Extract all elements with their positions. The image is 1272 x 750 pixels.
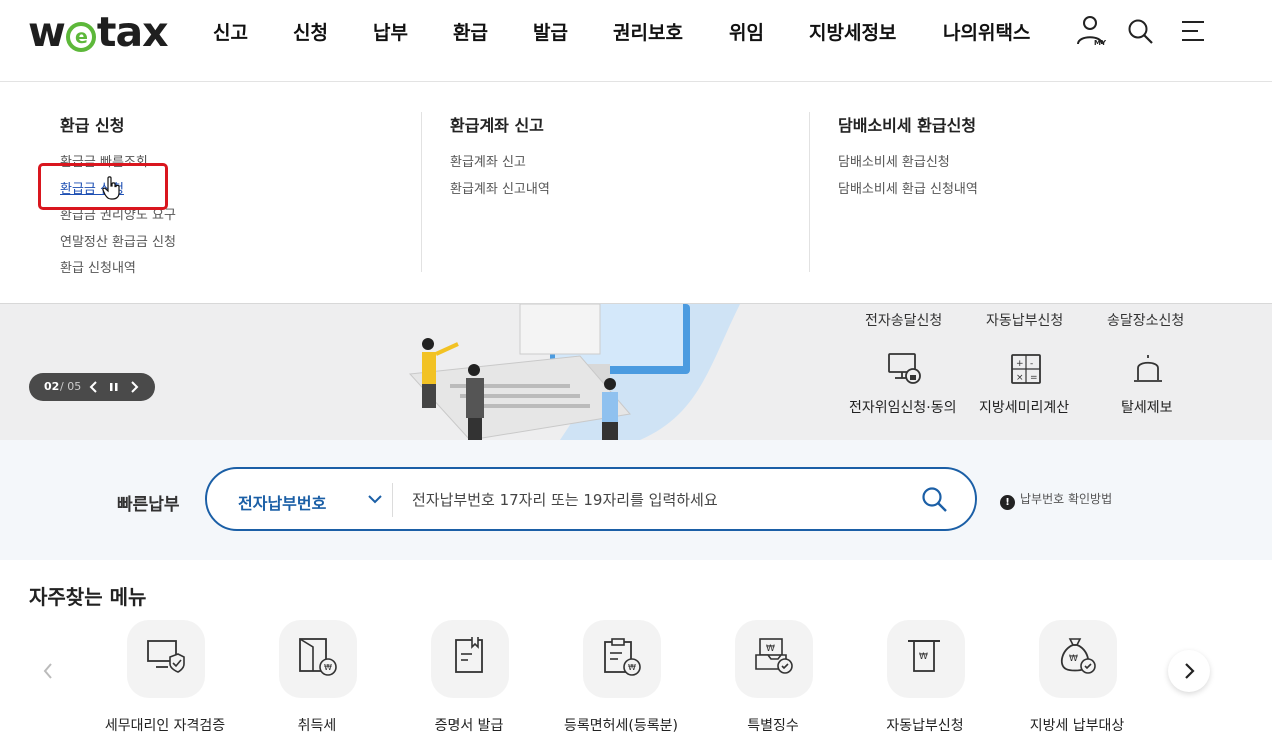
alert-icon: ! (1000, 495, 1015, 510)
frequent-item-label: 특별징수 (747, 718, 799, 734)
money-bag-check-icon: ₩ (1060, 638, 1096, 674)
payment-number-input[interactable] (412, 485, 892, 515)
atm-won-icon: ₩ (908, 640, 940, 672)
link-local-tax-precalc[interactable]: 지방세미리계산 (979, 397, 1069, 417)
svg-text:₩: ₩ (766, 644, 775, 654)
dropdown-col-title: 담배소비세 환급신청 (838, 116, 977, 135)
door-won-icon: ₩ (299, 638, 337, 676)
siren-icon[interactable] (1131, 352, 1165, 390)
payment-number-help-link[interactable]: ! 납부번호 확인방법 (1000, 490, 1112, 510)
frequent-item-registration-license-tax[interactable]: ₩ 등록면허세(등록분) (546, 620, 696, 750)
nav-refund[interactable]: 환급 (453, 18, 488, 45)
frequent-item-label: 지방세 납부대상 (1029, 718, 1125, 734)
prev-slide-icon[interactable] (87, 380, 101, 394)
svg-text:₩: ₩ (919, 652, 928, 662)
quick-pay-box: 전자납부번호 (205, 467, 977, 531)
site-header: w e tax 신고 신청 납부 환급 발급 권리보호 위임 지방세정보 나의위택스… (0, 0, 1272, 82)
frequent-item-tax-agent-verify[interactable]: 세무대리인 자격검증 (90, 620, 240, 750)
dropdown-col-refund-account: 환급계좌 신고 환급계좌 신고 환급계좌 신고내역 (421, 112, 781, 272)
envelope-check-icon: ₩ (755, 638, 793, 674)
frequent-item-label: 증명서 발급 (434, 718, 504, 734)
next-slide-icon[interactable] (127, 380, 141, 394)
pause-icon[interactable] (107, 380, 121, 394)
svg-text:+: + (1016, 359, 1024, 369)
nav-declare[interactable]: 신고 (213, 18, 248, 45)
slide-current: 02 (44, 380, 60, 393)
link-tobacco-refund-history[interactable]: 담배소비세 환급 신청내역 (838, 177, 1169, 204)
search-icon[interactable] (921, 486, 949, 514)
link-auto-payment-apply[interactable]: 자동납부신청 (986, 310, 1063, 330)
refund-mega-menu: 환급 신청 환급금 빠른조회 환급금 신청 환급금 권리양도 요구 연말정산 환… (0, 82, 1272, 304)
svg-text:MY: MY (1094, 39, 1107, 47)
quick-pay-section: 빠른납부 전자납부번호 !납부번호 확인방법 (0, 440, 1272, 560)
frequent-item-auto-payment[interactable]: ₩ 자동납부신청 (850, 620, 1000, 750)
monitor-lock-icon[interactable] (887, 352, 923, 390)
chevron-down-icon[interactable] (367, 491, 383, 507)
frequent-item-acquisition-tax[interactable]: ₩ 취득세 (242, 620, 392, 750)
calculator-icon[interactable]: + - × = (1009, 352, 1043, 390)
frequent-item-certificate-issue[interactable]: 증명서 발급 (394, 620, 544, 750)
nav-rights[interactable]: 권리보호 (613, 18, 683, 45)
quick-pay-title: 빠른납부 (117, 495, 180, 515)
link-yearend-refund[interactable]: 연말정산 환급금 신청 (60, 230, 420, 257)
nav-localtax-info[interactable]: 지방세정보 (809, 18, 896, 45)
document-bookmark-icon (455, 637, 483, 673)
svg-text:=: = (1030, 373, 1038, 383)
slide-controller: 02 / 05 (29, 373, 155, 401)
link-tobacco-refund-apply[interactable]: 담배소비세 환급신청 (838, 150, 1169, 177)
next-menu-button[interactable] (1168, 650, 1210, 692)
dropdown-col-title: 환급 신청 (60, 116, 125, 135)
link-tax-evasion-report[interactable]: 탈세제보 (1121, 397, 1173, 417)
frequent-item-label: 취득세 (297, 718, 337, 734)
svg-text:-: - (1030, 359, 1033, 369)
chevron-right-icon (1185, 663, 1195, 679)
frequent-item-label: 등록면허세(등록분) (564, 718, 678, 734)
svg-text:₩: ₩ (324, 663, 332, 672)
nav-pay[interactable]: 납부 (373, 18, 408, 45)
frequent-item-label: 세무대리인 자격검증 (104, 718, 226, 734)
search-icon[interactable] (1127, 18, 1155, 50)
monitor-shield-icon (147, 640, 185, 673)
frequent-menu-title: 자주찾는 메뉴 (29, 585, 147, 609)
chevron-left-icon[interactable] (38, 659, 58, 683)
link-e-delegation-consent[interactable]: 전자위임신청·동의 (849, 397, 957, 417)
svg-text:×: × (1016, 373, 1024, 383)
hero-banner: 02 / 05 전자송달신청 자동납부신청 송달장소신청 + - × = 전자위… (0, 304, 1272, 440)
logo-e-mark: e (65, 22, 96, 52)
link-delivery-address-apply[interactable]: 송달장소신청 (1107, 310, 1184, 330)
nav-my-wetax[interactable]: 나의위택스 (943, 18, 1030, 45)
link-refund-history[interactable]: 환급 신청내역 (60, 256, 420, 283)
nav-apply[interactable]: 신청 (293, 18, 328, 45)
frequent-item-label: 자동납부신청 (886, 718, 964, 734)
divider (392, 483, 393, 517)
menu-icon[interactable] (1180, 18, 1208, 50)
nav-issue[interactable]: 발급 (533, 18, 568, 45)
link-e-delivery-apply[interactable]: 전자송달신청 (865, 310, 942, 330)
frequent-item-special-collection[interactable]: ₩ 특별징수 (698, 620, 848, 750)
clipboard-won-icon: ₩ (604, 638, 641, 676)
nav-delegation[interactable]: 위임 (729, 18, 764, 45)
payment-type-select[interactable]: 전자납부번호 (238, 490, 326, 514)
slide-total: / 05 (60, 380, 82, 393)
dropdown-col-title: 환급계좌 신고 (450, 116, 544, 135)
link-refund-account-report[interactable]: 환급계좌 신고 (450, 150, 781, 177)
svg-text:₩: ₩ (628, 663, 636, 672)
dropdown-col-tobacco-refund: 담배소비세 환급신청 담배소비세 환급신청 담배소비세 환급 신청내역 (809, 112, 1169, 272)
my-user-icon[interactable]: MY (1074, 14, 1110, 54)
svg-text:₩: ₩ (1069, 654, 1078, 664)
hero-illustration (408, 304, 740, 440)
frequent-item-local-tax-target[interactable]: ₩ 지방세 납부대상 (1002, 620, 1152, 750)
wetax-logo[interactable]: w e tax (28, 8, 169, 56)
link-refund-account-history[interactable]: 환급계좌 신고내역 (450, 177, 781, 204)
hand-cursor-icon (102, 176, 122, 204)
